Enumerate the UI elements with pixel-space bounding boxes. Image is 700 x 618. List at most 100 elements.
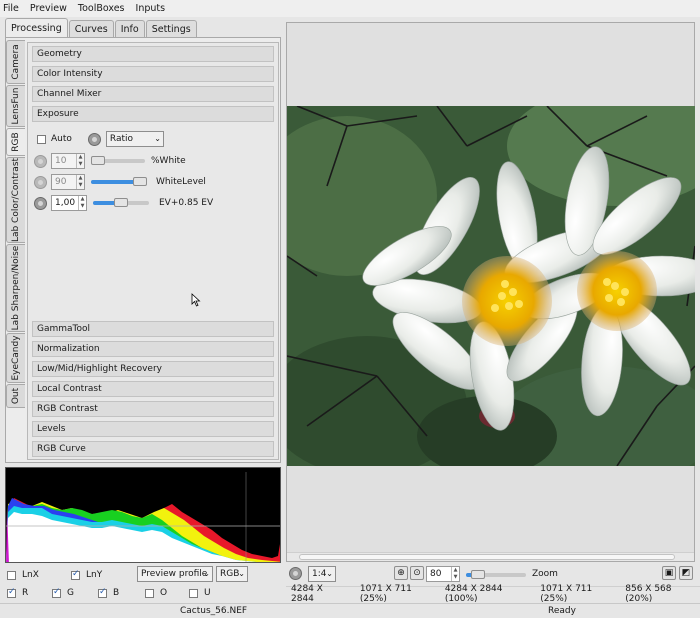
lnx-checkbox[interactable] <box>7 570 16 580</box>
slider-handle[interactable] <box>91 156 105 165</box>
lnx-label: LnX <box>22 570 39 580</box>
section-highlight-recovery[interactable]: Low/Mid/Highlight Recovery <box>32 361 274 377</box>
side-tab-bar: Camera LensFun RGB Lab Color/Contrast La… <box>6 40 27 409</box>
side-tab-rgb[interactable]: RGB <box>6 128 25 156</box>
side-tab-lab-color[interactable]: Lab Color/Contrast <box>6 157 25 243</box>
lny-option: LnY <box>71 569 103 580</box>
lnx-option: LnX <box>7 570 39 580</box>
status-filename: Cactus_56.NEF <box>180 606 248 616</box>
scrollbar-thumb[interactable] <box>299 554 675 560</box>
side-tab-label: EyeCandy <box>11 335 21 381</box>
lock-icon[interactable] <box>34 196 47 210</box>
spin-arrows-icon[interactable]: ▲ ▼ <box>76 175 84 189</box>
ev-value: 1,00 <box>55 198 76 208</box>
section-rgb-contrast[interactable]: RGB Contrast <box>32 401 274 417</box>
section-levels[interactable]: Levels <box>32 421 274 437</box>
side-tab-lensfun[interactable]: LensFun <box>6 85 25 127</box>
lny-label: LnY <box>86 570 103 580</box>
histogram-plot <box>6 472 280 562</box>
menu-inputs[interactable]: Inputs <box>136 3 166 14</box>
zoom-fit-icon[interactable]: ⊙ <box>410 566 424 580</box>
white-level-value: 90 <box>55 177 67 187</box>
channel-g-option: G <box>52 587 74 598</box>
section-channel-mixer[interactable]: Channel Mixer <box>32 86 274 102</box>
ev-slider[interactable] <box>93 198 149 207</box>
menu-preview[interactable]: Preview <box>30 3 67 14</box>
channel-b-checkbox[interactable] <box>98 587 107 598</box>
channel-u-option: U <box>189 588 211 598</box>
preview-image[interactable] <box>287 106 695 466</box>
section-normalization[interactable]: Normalization <box>32 341 274 357</box>
horizontal-scrollbar[interactable] <box>287 552 694 561</box>
export-icon[interactable]: ◩ <box>679 566 693 580</box>
white-level-label: WhiteLevel <box>156 177 206 187</box>
menu-file[interactable]: File <box>3 3 19 14</box>
auto-label: Auto <box>51 134 72 144</box>
rgb-toolbox: Geometry Color Intensity Channel Mixer E… <box>27 42 279 460</box>
histogram-options: LnX LnY Preview profile ⌄ RGB ⌄ R G B O … <box>0 566 286 602</box>
zoom-in-icon[interactable]: ⊕ <box>394 566 408 580</box>
ev-row: 1,00 ▲ ▼ EV+0.85 EV <box>34 195 213 211</box>
white-percent-slider[interactable] <box>91 156 145 165</box>
lock-icon[interactable] <box>34 154 47 168</box>
color-space-select[interactable]: RGB ⌄ <box>216 566 248 582</box>
auto-checkbox[interactable] <box>37 134 46 144</box>
zoom-ratio-select[interactable]: 1:4 ⌄ <box>308 566 336 582</box>
lny-checkbox[interactable] <box>71 569 80 580</box>
tab-processing[interactable]: Processing <box>5 18 68 37</box>
side-tab-eyecandy[interactable]: EyeCandy <box>6 333 25 383</box>
white-level-slider[interactable] <box>91 177 147 186</box>
side-tab-lab-sharpen[interactable]: Lab Sharpen/Noise <box>6 244 25 332</box>
lock-icon[interactable] <box>87 132 101 146</box>
white-level-spinbox[interactable]: 90 ▲ ▼ <box>51 174 85 190</box>
exposure-mode-select[interactable]: Ratio ⌄ <box>105 131 164 147</box>
lock-icon[interactable] <box>34 175 47 189</box>
channel-b-label: B <box>113 588 120 598</box>
size-info-bar: 4284 X 2844 1071 X 711 (25%) 4284 X 2844… <box>286 584 700 604</box>
channel-o-checkbox[interactable] <box>145 588 154 598</box>
preview-profile-select[interactable]: Preview profile ⌄ <box>137 566 213 582</box>
channel-u-checkbox[interactable] <box>189 588 198 598</box>
section-gammatool[interactable]: GammaTool <box>32 321 274 337</box>
status-state: Ready <box>548 606 576 616</box>
exposure-mode-row: Auto Ratio ⌄ <box>34 131 164 147</box>
zoom-slider[interactable] <box>466 570 526 579</box>
white-percent-value: 10 <box>55 156 67 166</box>
spin-arrows-icon[interactable]: ▲ ▼ <box>451 567 459 581</box>
channel-u-label: U <box>204 588 211 598</box>
section-local-contrast[interactable]: Local Contrast <box>32 381 274 397</box>
side-tab-label: Lab Color/Contrast <box>11 157 21 243</box>
cursor-icon <box>191 293 201 307</box>
section-geometry[interactable]: Geometry <box>32 46 274 62</box>
tab-curves[interactable]: Curves <box>68 20 114 37</box>
preview-area[interactable] <box>286 22 695 562</box>
section-exposure[interactable]: Exposure <box>32 106 274 122</box>
ev-spinbox[interactable]: 1,00 ▲ ▼ <box>51 195 87 211</box>
side-tab-camera[interactable]: Camera <box>6 40 25 84</box>
channel-r-checkbox[interactable] <box>7 587 16 598</box>
menu-toolboxes[interactable]: ToolBoxes <box>78 3 125 14</box>
side-tab-label: Lab Sharpen/Noise <box>11 245 21 331</box>
white-percent-spinbox[interactable]: 10 ▲ ▼ <box>51 153 85 169</box>
spin-arrows-icon[interactable]: ▲ ▼ <box>78 196 86 210</box>
side-tab-out[interactable]: Out <box>6 384 25 408</box>
spin-arrows-icon[interactable]: ▲ ▼ <box>76 154 84 168</box>
chevron-down-icon: ⌄ <box>238 569 245 578</box>
save-icon[interactable]: ▣ <box>662 566 676 580</box>
lock-icon[interactable] <box>289 567 302 580</box>
chevron-down-icon: ⌄ <box>154 134 161 143</box>
histogram[interactable] <box>5 467 281 563</box>
channel-g-checkbox[interactable] <box>52 587 61 598</box>
raw-size: 4284 X 2844 <box>291 584 323 604</box>
section-rgb-curve[interactable]: RGB Curve <box>32 441 274 457</box>
section-color-intensity[interactable]: Color Intensity <box>32 66 274 82</box>
white-percent-row: 10 ▲ ▼ %White <box>34 153 186 169</box>
slider-handle[interactable] <box>114 198 128 207</box>
zoom-value-spinbox[interactable]: 80 ▲ ▼ <box>426 566 460 582</box>
tab-info[interactable]: Info <box>114 20 145 37</box>
slider-handle[interactable] <box>132 177 147 186</box>
tab-settings[interactable]: Settings <box>145 20 197 37</box>
slider-handle[interactable] <box>471 570 485 579</box>
preview-profile-value: Preview profile <box>141 569 208 579</box>
side-tab-label: LensFun <box>11 87 21 125</box>
